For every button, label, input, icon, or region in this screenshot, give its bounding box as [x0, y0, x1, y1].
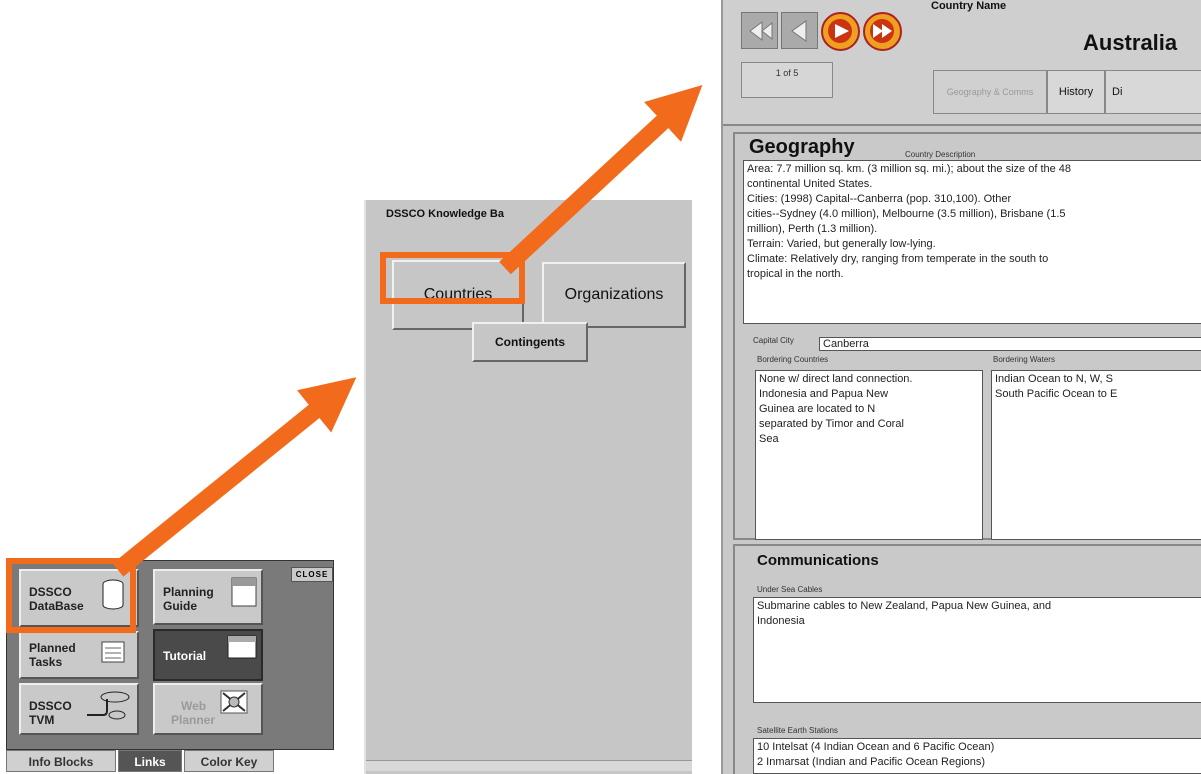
tvm-label-2: TVM	[29, 713, 55, 727]
close-button[interactable]: CLOSE	[291, 567, 333, 582]
country-detail-panel: 1 of 5 Country Name Australia Geography …	[721, 0, 1201, 774]
text-line: cities--Sydney (4.0 million), Melbourne …	[747, 208, 1066, 220]
text-line: separated by Timor and Coral	[759, 418, 904, 430]
countries-highlight	[380, 252, 525, 304]
first-record-button[interactable]	[741, 12, 778, 49]
under-sea-cables-text[interactable]: Submarine cables to New Zealand, Papua N…	[753, 597, 1201, 703]
bordering-countries-label: Bordering Countries	[757, 355, 829, 364]
text-line: Terrain: Varied, but generally low-lying…	[747, 238, 936, 250]
tvm-label-1: DSSCO	[29, 699, 72, 713]
dssco-tvm-button[interactable]: DSSCO TVM	[19, 683, 139, 735]
geography-heading: Geography	[749, 136, 855, 158]
communications-heading: Communications	[757, 552, 879, 569]
prev-record-button[interactable]	[781, 12, 818, 49]
next-record-icon	[828, 19, 852, 43]
prev-record-icon	[791, 20, 807, 42]
satellite-stations-text[interactable]: 10 Intelsat (4 Indian Ocean and 6 Pacifi…	[753, 738, 1201, 774]
text-line: 10 Intelsat (4 Indian Ocean and 6 Pacifi…	[757, 741, 995, 753]
tab-info-blocks[interactable]: Info Blocks	[6, 750, 116, 772]
last-record-button[interactable]	[863, 12, 902, 51]
satellite-stations-label: Satellite Earth Stations	[757, 726, 838, 735]
guide-book-icon	[231, 577, 257, 607]
arrow-to-knowledge-base	[112, 377, 357, 577]
text-line: continental United States.	[747, 178, 873, 190]
record-counter: 1 of 5	[741, 62, 833, 98]
tab-color-key[interactable]: Color Key	[184, 750, 274, 772]
next-record-button[interactable]	[821, 12, 860, 51]
web-planner-icon	[220, 690, 248, 714]
bordering-waters-label: Bordering Waters	[993, 355, 1055, 364]
text-line: Climate: Relatively dry, ranging from te…	[747, 253, 1049, 265]
contingents-button[interactable]: Contingents	[472, 322, 588, 362]
bordering-waters-text[interactable]: Indian Ocean to N, W, S South Pacific Oce…	[991, 370, 1201, 540]
task-list-icon	[101, 641, 125, 663]
last-record-icon	[870, 19, 894, 43]
tab-history[interactable]: History	[1047, 70, 1105, 114]
planning-guide-button[interactable]: Planning Guide	[153, 569, 263, 625]
text-line: Indonesia	[757, 615, 805, 627]
text-line: Indian Ocean to N, W, S	[995, 373, 1114, 385]
first-record-icon	[749, 21, 773, 41]
planned-label-1: Planned	[29, 641, 76, 655]
planning-label-1: Planning	[163, 585, 214, 599]
planned-tasks-button[interactable]: Planned Tasks	[19, 631, 139, 679]
capital-city-label: Capital City	[753, 336, 794, 345]
knowledge-base-title: DSSCO Knowledge Ba	[386, 208, 504, 220]
capital-city-field[interactable]: Canberra	[819, 337, 1201, 351]
text-line: Submarine cables to New Zealand, Papua N…	[757, 600, 1052, 612]
country-description-label: Country Description	[905, 150, 976, 159]
under-sea-cables-label: Under Sea Cables	[757, 585, 823, 594]
organizations-button[interactable]: Organizations	[542, 262, 686, 328]
text-line: None w/ direct land connection.	[759, 373, 913, 385]
web-label-2: Planner	[171, 713, 216, 727]
country-description-text[interactable]: Area: 7.7 million sq. km. (3 million sq.…	[743, 160, 1201, 324]
tvm-cable-icon	[87, 691, 130, 720]
text-line: Indonesia and Papua New	[759, 388, 889, 400]
text-line: Sea	[759, 433, 779, 445]
bordering-countries-text[interactable]: None w/ direct land connection. Indonesia…	[755, 370, 983, 540]
text-line: 2 Inmarsat (Indian and Pacific Ocean Reg…	[757, 756, 986, 768]
text-line: million), Perth (1.3 million).	[747, 223, 878, 235]
text-line: tropical in the north.	[747, 268, 844, 280]
text-line: Cities: (1998) Capital--Canberra (pop. 3…	[747, 193, 1012, 205]
tutorial-screen-icon	[227, 635, 257, 659]
database-highlight	[6, 558, 136, 633]
tab-geography-comms[interactable]: Geography & Comms	[933, 70, 1047, 114]
text-line: Guinea are located to N	[759, 403, 876, 415]
tutorial-button[interactable]: Tutorial	[153, 629, 263, 681]
country-name-value: Australia	[1083, 30, 1178, 55]
horizontal-scrollbar[interactable]	[366, 760, 692, 771]
web-label-1: Web	[181, 699, 207, 713]
text-line: South Pacific Ocean to E	[995, 388, 1118, 400]
country-name-label: Country Name	[931, 0, 1007, 12]
text-line: Area: 7.7 million sq. km. (3 million sq.…	[747, 163, 1072, 175]
planned-label-2: Tasks	[29, 655, 63, 669]
tab-links[interactable]: Links	[118, 750, 182, 772]
web-planner-button[interactable]: Web Planner	[153, 683, 263, 735]
tab-di[interactable]: Di	[1105, 70, 1201, 114]
planning-label-2: Guide	[163, 599, 198, 613]
tutorial-label: Tutorial	[163, 649, 207, 663]
